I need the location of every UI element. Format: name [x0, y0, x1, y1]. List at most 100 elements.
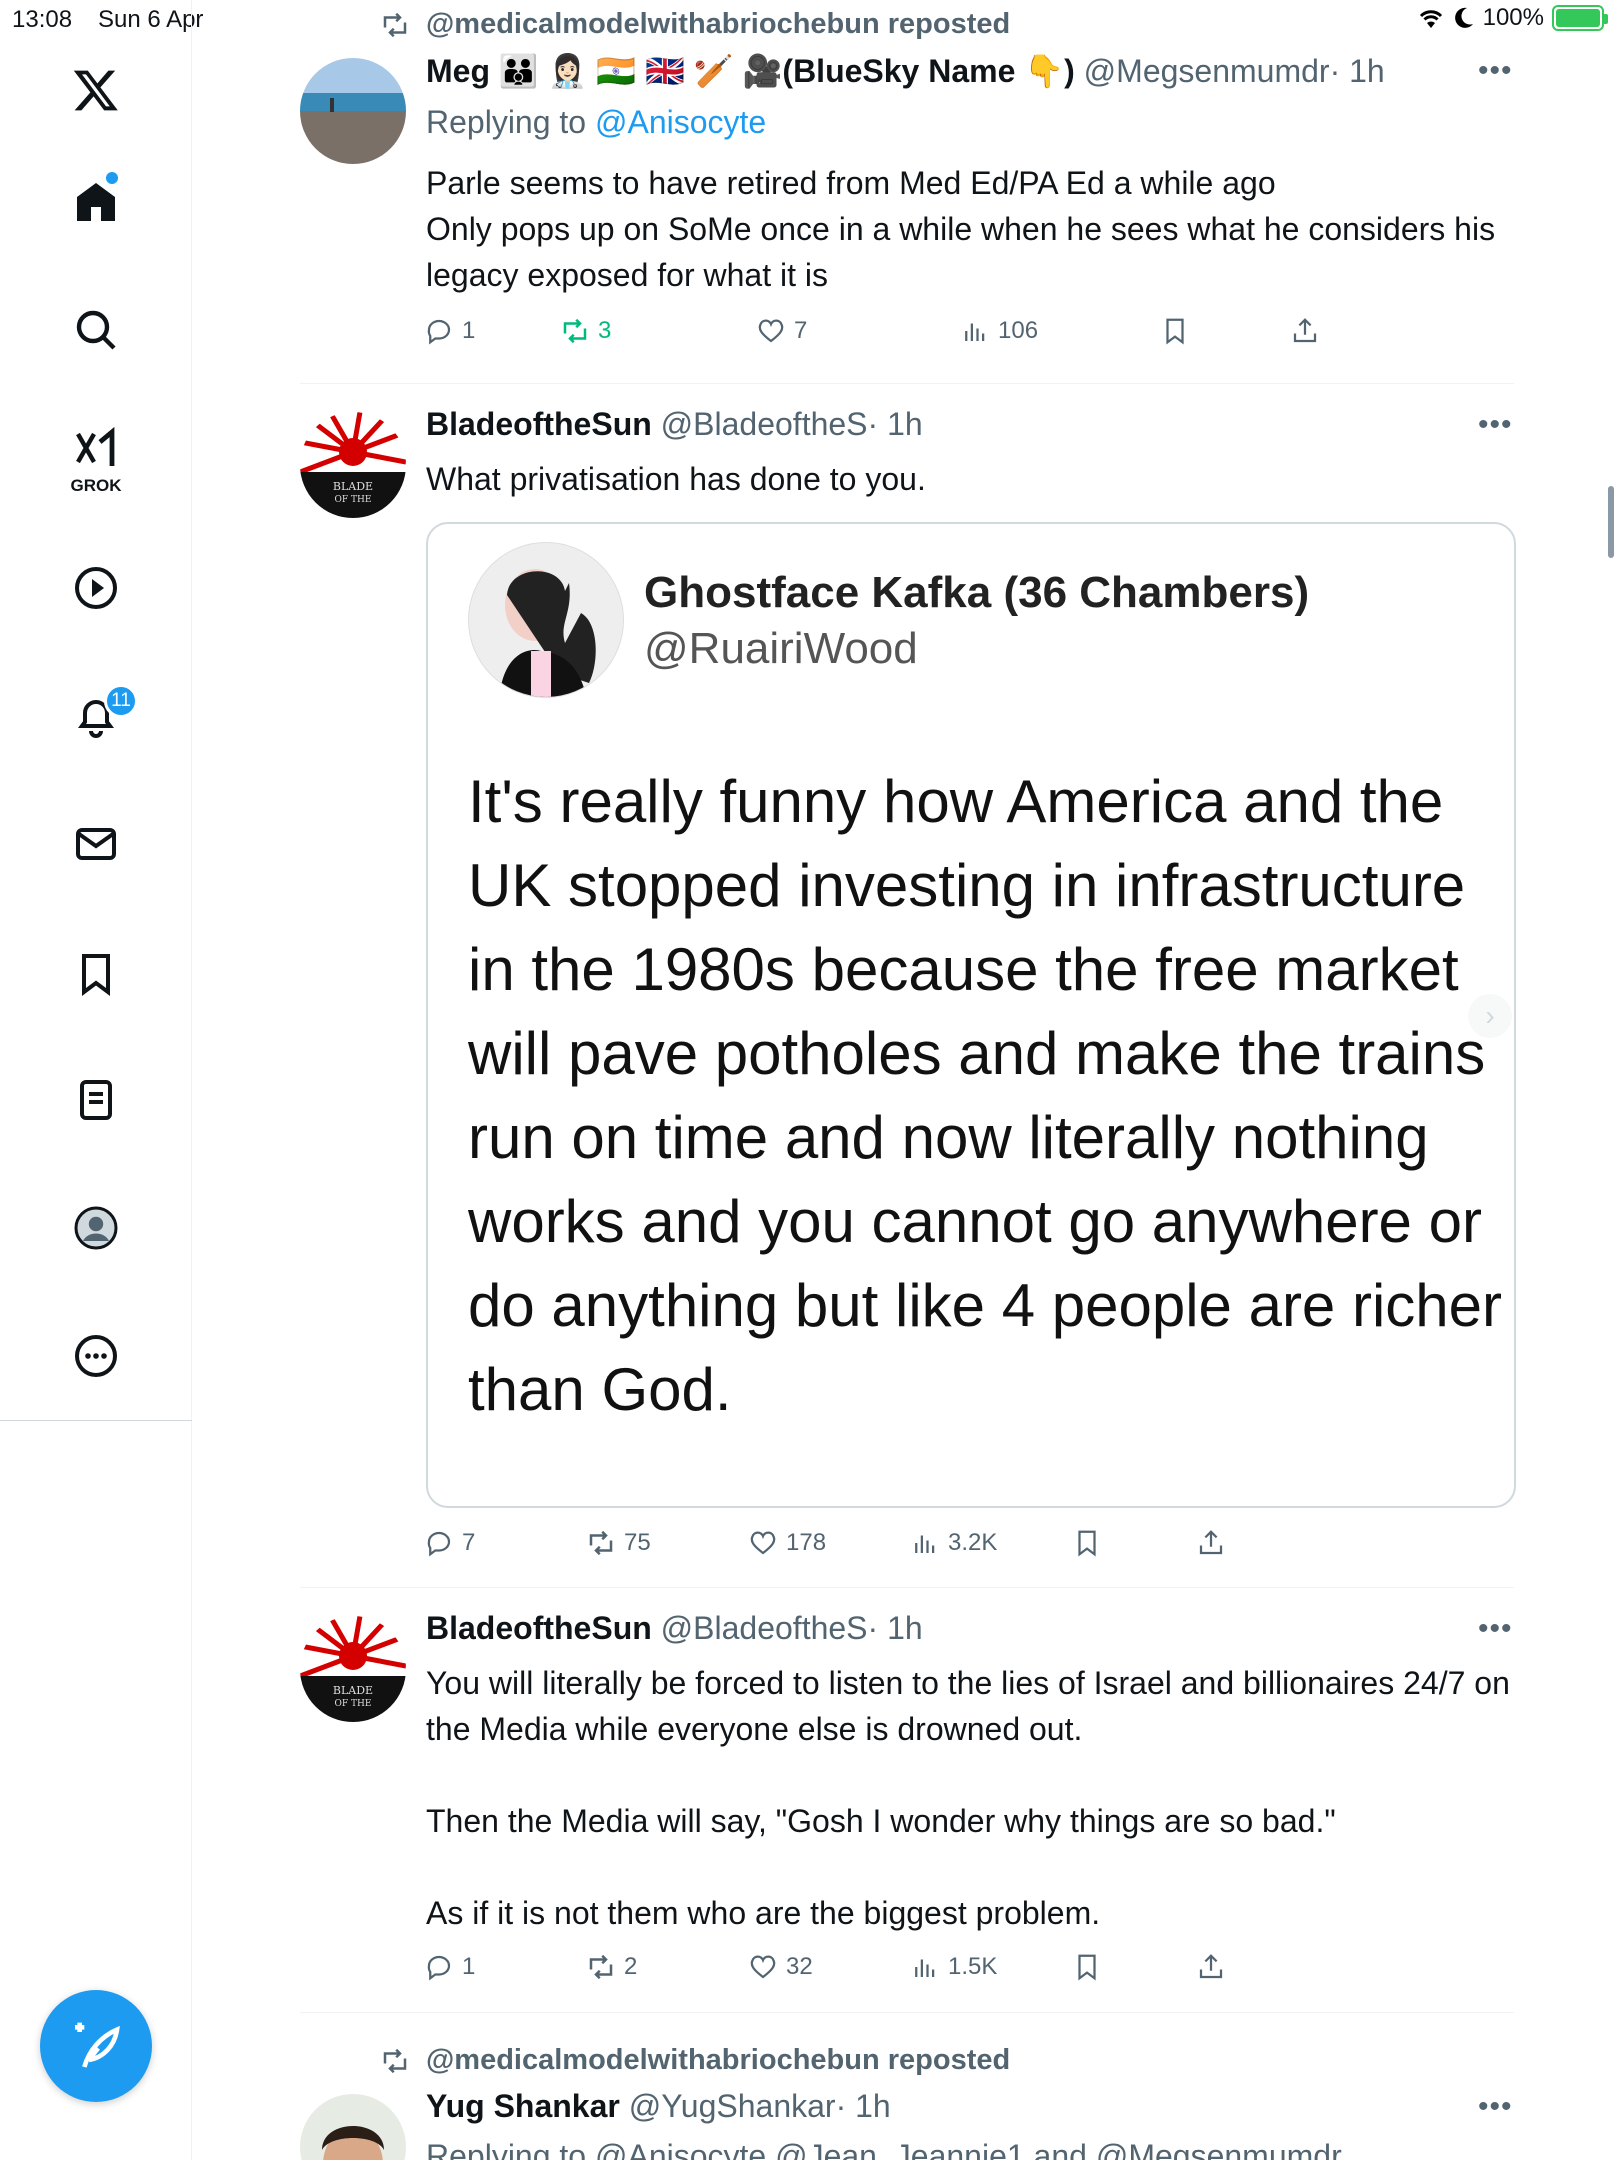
- views-button[interactable]: 3.2K: [910, 1528, 1072, 1558]
- reply-button[interactable]: 1: [424, 316, 560, 346]
- views-icon: [915, 1535, 935, 1553]
- reply-button[interactable]: 1: [424, 1952, 586, 1982]
- views-icon: [965, 323, 985, 341]
- more-options-icon[interactable]: •••: [1478, 2090, 1513, 2124]
- tweet-time[interactable]: · 1h: [868, 406, 923, 442]
- views-icon: [915, 1959, 935, 1977]
- repost-button[interactable]: 3: [560, 316, 756, 346]
- views-button[interactable]: 1.5K: [910, 1952, 1072, 1982]
- bookmarks-icon[interactable]: [66, 944, 126, 1004]
- like-count: 7: [794, 317, 808, 344]
- avatar[interactable]: BLADE OF THE: [300, 412, 406, 518]
- tweet-text: You will literally be forced to listen t…: [426, 1660, 1516, 1936]
- profile-icon[interactable]: [66, 1198, 126, 1258]
- scrollbar[interactable]: [1608, 486, 1614, 558]
- svg-text:BLADE: BLADE: [333, 1684, 373, 1697]
- tweet-text: Parle seems to have retired from Med Ed/…: [426, 160, 1516, 298]
- repost-count: 75: [624, 1529, 651, 1556]
- repost-icon: [383, 2048, 407, 2073]
- display-name[interactable]: BladeoftheSun: [426, 1610, 652, 1646]
- display-name[interactable]: BladeoftheSun: [426, 406, 652, 442]
- tweet-text-line: Parle seems to have retired from Med Ed/…: [426, 165, 1276, 201]
- user-handle[interactable]: @BladeoftheS: [661, 1610, 868, 1646]
- replying-to[interactable]: Replying to @Anisocyte @Jean_Jeannie1 an…: [426, 2138, 1342, 2160]
- like-button[interactable]: 32: [748, 1952, 910, 1982]
- like-count: 178: [786, 1529, 827, 1556]
- share-button[interactable]: [1196, 1952, 1226, 1982]
- user-handle[interactable]: @Megsenmumdr: [1084, 53, 1330, 89]
- view-count: 106: [998, 317, 1039, 344]
- lists-icon[interactable]: [66, 1070, 126, 1130]
- bookmark-button[interactable]: [1072, 1528, 1196, 1558]
- repost-icon: [589, 1530, 613, 1556]
- search-icon[interactable]: [66, 300, 126, 360]
- like-count: 32: [786, 1953, 813, 1980]
- video-icon[interactable]: [66, 558, 126, 618]
- avatar[interactable]: [300, 2094, 406, 2160]
- tweet-time[interactable]: · 1h: [868, 1610, 923, 1646]
- repost-icon: [383, 12, 407, 37]
- like-button[interactable]: 178: [748, 1528, 910, 1558]
- share-button[interactable]: [1196, 1528, 1226, 1558]
- user-handle[interactable]: @YugShankar: [629, 2088, 836, 2124]
- grok-label: GROK: [70, 476, 122, 495]
- bookmark-icon: [1078, 1954, 1096, 1981]
- user-handle[interactable]: @BladeoftheS: [661, 406, 868, 442]
- share-icon: [1199, 1530, 1223, 1555]
- more-options-icon[interactable]: •••: [1478, 54, 1513, 88]
- quoted-text: It's really funny how America and the UK…: [468, 768, 1503, 1423]
- moon-icon: [1454, 7, 1473, 28]
- repost-button[interactable]: 75: [586, 1528, 748, 1558]
- more-icon[interactable]: [66, 1326, 126, 1386]
- tweet-media-image[interactable]: Ghostface Kafka (36 Chambers) @RuairiWoo…: [426, 522, 1516, 1508]
- quoted-name: Ghostface Kafka (36 Chambers): [644, 568, 1310, 617]
- tweet-header: BladeoftheSun @BladeoftheS· 1h: [426, 1610, 923, 1647]
- tweet-separator: [300, 383, 1514, 384]
- wifi-icon: [1419, 10, 1442, 28]
- media-next-arrow-icon[interactable]: ›: [1468, 994, 1512, 1038]
- tweet-time[interactable]: · 1h: [836, 2088, 891, 2124]
- x-logo-icon[interactable]: [66, 60, 126, 120]
- avatar[interactable]: [300, 58, 406, 164]
- reply-icon: [427, 1955, 451, 1981]
- repost-count: 2: [624, 1953, 638, 1980]
- bookmark-icon: [1078, 1530, 1096, 1557]
- more-options-icon[interactable]: •••: [1478, 408, 1513, 442]
- status-right: 100%: [1417, 4, 1608, 32]
- compose-feather-icon: [75, 2022, 120, 2068]
- tweet-header: Yug Shankar @YugShankar· 1h: [426, 2088, 891, 2125]
- share-button[interactable]: [1290, 316, 1320, 346]
- avatar[interactable]: BLADE OF THE: [300, 1616, 406, 1722]
- heart-icon: [758, 319, 784, 343]
- reply-icon: [427, 319, 451, 345]
- like-button[interactable]: 7: [756, 316, 960, 346]
- tweet-paragraph: You will literally be forced to listen t…: [426, 1665, 1510, 1747]
- reply-count: 1: [462, 1953, 476, 1980]
- quoted-handle: @RuairiWood: [644, 624, 918, 673]
- replying-prefix: Replying to: [426, 104, 595, 140]
- tweet-actions: 1 3 7 106: [424, 316, 1320, 346]
- display-name[interactable]: Meg: [426, 53, 490, 89]
- repost-text[interactable]: @medicalmodelwithabriochebun reposted: [426, 2044, 1010, 2077]
- repost-text[interactable]: @medicalmodelwithabriochebun reposted: [426, 8, 1010, 41]
- reply-button[interactable]: 7: [424, 1528, 586, 1558]
- bookmark-button[interactable]: [1160, 316, 1290, 346]
- tweet-actions: 7 75 178 3.2K: [424, 1528, 1226, 1558]
- sidebar: GROK 11: [0, 0, 192, 2160]
- heart-icon: [750, 1955, 776, 1979]
- compose-button[interactable]: [40, 1990, 152, 2102]
- replying-to: Replying to @Anisocyte: [426, 104, 766, 141]
- tweet-header: Meg 🧑‍🧑‍🧒 👩🏻‍⚕️ 🇮🇳 🇬🇧 🏏 🎥(BlueSky Name 👇…: [426, 52, 1385, 90]
- reply-icon: [427, 1531, 451, 1557]
- display-name[interactable]: Yug Shankar: [426, 2088, 620, 2124]
- bookmark-button[interactable]: [1072, 1952, 1196, 1982]
- tweet-separator: [300, 1587, 1514, 1588]
- more-options-icon[interactable]: •••: [1478, 1612, 1513, 1646]
- repost-button[interactable]: 2: [586, 1952, 748, 1982]
- grok-icon[interactable]: [66, 420, 126, 480]
- views-button[interactable]: 106: [960, 316, 1160, 346]
- tweet-time[interactable]: · 1h: [1330, 53, 1385, 89]
- reply-target-link[interactable]: @Anisocyte: [595, 104, 766, 140]
- messages-icon[interactable]: [66, 814, 126, 874]
- svg-text:OF THE: OF THE: [335, 495, 372, 505]
